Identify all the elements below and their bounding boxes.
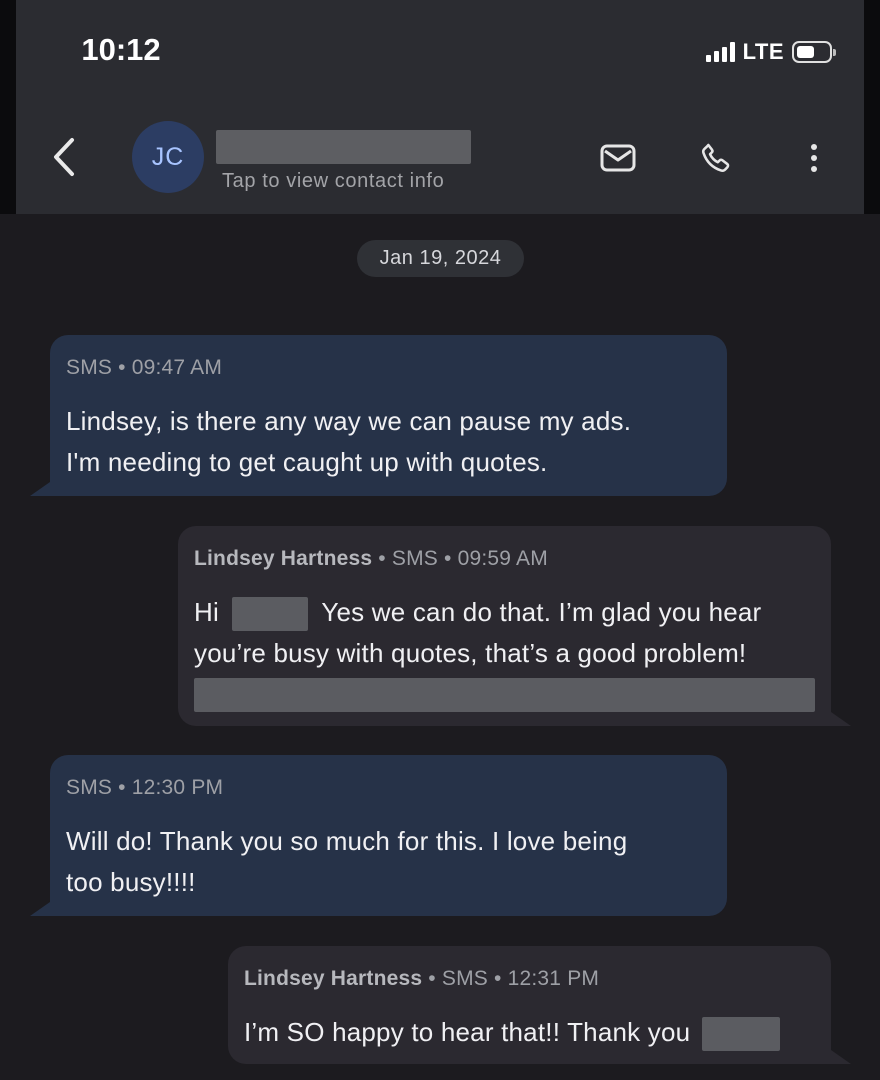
- date-separator: Jan 19, 2024: [357, 240, 524, 277]
- message-text: Hi: [194, 597, 219, 627]
- more-vertical-icon[interactable]: [792, 136, 836, 180]
- message-meta-details: • SMS • 09:59 AM: [372, 547, 548, 570]
- message-line: I’m SO happy to hear that!! Thank you: [244, 1012, 780, 1053]
- message-bubble-outgoing[interactable]: Lindsey Hartness • SMS • 12:31 PM I’m SO…: [228, 946, 851, 1064]
- message-meta: Lindsey Hartness • SMS • 12:31 PM: [244, 967, 599, 991]
- message-line: too busy!!!!: [66, 867, 196, 897]
- sender-name: Lindsey Hartness: [244, 967, 423, 990]
- network-label: LTE: [742, 39, 784, 64]
- contact-info-link[interactable]: Tap to view contact info: [222, 170, 444, 193]
- message-text: Yes we can do that. I’m glad you hear: [321, 597, 762, 627]
- signal-bars-icon: [705, 42, 735, 62]
- redacted-text: [194, 678, 815, 712]
- sender-name: Lindsey Hartness: [194, 547, 373, 570]
- message-line: Will do! Thank you so much for this. I l…: [66, 826, 628, 856]
- status-time: 10:12: [81, 32, 161, 67]
- message-line: you’re busy with quotes, that’s a good p…: [194, 638, 747, 668]
- redacted-name: [232, 597, 309, 632]
- message-meta: SMS • 12:30 PM: [66, 776, 224, 799]
- message-meta: SMS • 09:47 AM: [66, 356, 223, 379]
- back-arrow-icon[interactable]: [44, 134, 84, 180]
- message-meta: Lindsey Hartness • SMS • 09:59 AM: [194, 547, 548, 571]
- message-bubble-outgoing[interactable]: Lindsey Hartness • SMS • 09:59 AM Hi Yes…: [178, 526, 851, 726]
- contact-avatar[interactable]: JC: [132, 121, 204, 193]
- message-bubble-incoming[interactable]: SMS • 09:47 AM Lindsey, is there any way…: [30, 335, 727, 496]
- phone-icon[interactable]: [694, 136, 738, 180]
- mail-icon[interactable]: [596, 136, 640, 180]
- message-text: I’m SO happy to hear that!! Thank you: [244, 1017, 691, 1047]
- message-meta-details: • SMS • 12:31 PM: [422, 967, 600, 990]
- message-bubble-incoming[interactable]: SMS • 12:30 PM Will do! Thank you so muc…: [30, 755, 727, 916]
- status-indicators: LTE: [705, 36, 836, 68]
- contact-name-redacted[interactable]: [216, 130, 471, 164]
- redacted-name: [701, 1017, 780, 1052]
- battery-icon: [792, 41, 836, 63]
- message-line: Hi Yes we can do that. I’m glad you hear: [194, 592, 761, 633]
- message-line: I'm needing to get caught up with quotes…: [66, 447, 548, 477]
- message-line: Lindsey, is there any way we can pause m…: [66, 406, 632, 436]
